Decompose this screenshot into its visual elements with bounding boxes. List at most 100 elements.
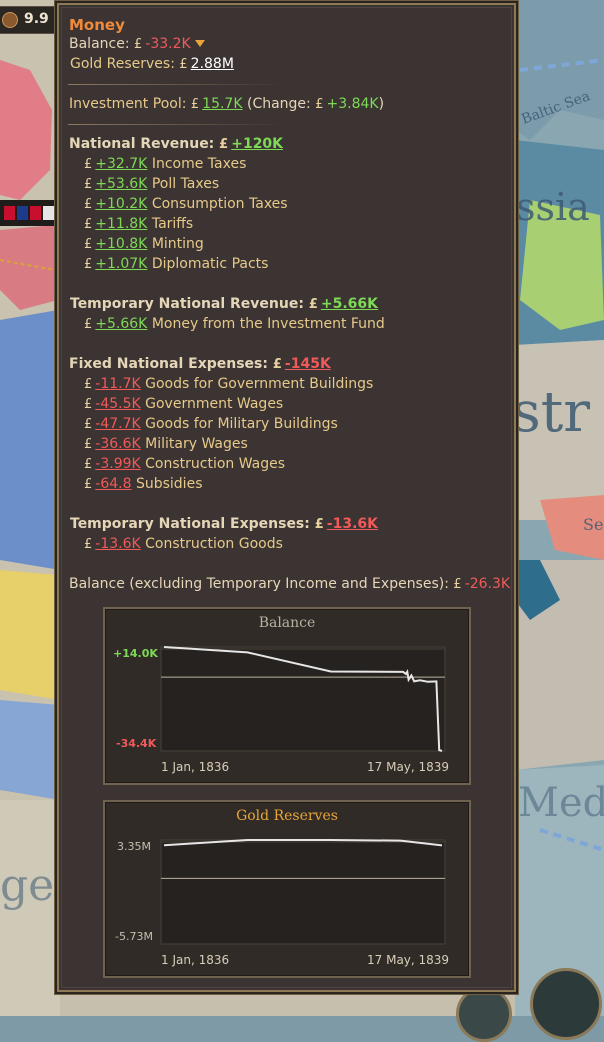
pound-icon: £	[84, 177, 93, 192]
gold-reserves-chart: Gold Reserves 3.35M -5.73M 1 Jan, 1836 1…	[103, 800, 471, 978]
expense-item: £ -47.7K Goods for Military Buildings	[84, 416, 338, 432]
balance-chart-ymin: -34.4K	[116, 737, 157, 750]
gold-reserves-value[interactable]: 2.88M	[191, 56, 234, 72]
map-label-russia: ssia	[516, 185, 590, 229]
expense-item-value[interactable]: -11.7K	[95, 376, 140, 392]
pound-icon: £	[190, 97, 200, 112]
national-revenue-header: National Revenue: £ +120K	[69, 136, 283, 152]
gear-button[interactable]	[456, 986, 512, 1042]
temp-revenue-value[interactable]: +5.66K	[321, 296, 378, 312]
temp-revenue-item-label: Money from the Investment Fund	[151, 316, 385, 332]
expense-item-value[interactable]: -3.99K	[95, 456, 140, 472]
fixed-expenses-value[interactable]: -145K	[285, 356, 331, 372]
pound-icon: £	[84, 257, 93, 272]
revenue-item-label: Income Taxes	[151, 156, 247, 172]
pound-icon: £	[84, 217, 93, 232]
pound-icon: £	[84, 317, 93, 332]
pound-icon: £	[134, 37, 143, 52]
national-revenue-label: National Revenue:	[69, 136, 215, 152]
trend-down-icon	[194, 40, 205, 47]
balance-chart: Balance +14.0K -34.4K 1 Jan, 1836 17 May…	[103, 607, 471, 785]
investment-pool-value[interactable]: 15.7K	[202, 96, 242, 112]
investment-pool-row: Investment Pool: £15.7K (Change: £ +3.84K…	[69, 96, 384, 112]
revenue-item-value[interactable]: +32.7K	[95, 156, 147, 172]
temp-revenue-item: £ +5.66K Money from the Investment Fund	[84, 316, 385, 332]
country-flags[interactable]	[0, 200, 58, 226]
hud-value: 9.9	[24, 11, 49, 27]
temp-revenue-item-value[interactable]: +5.66K	[95, 316, 147, 332]
map-mode-button[interactable]	[530, 968, 602, 1040]
pound-icon: £	[314, 517, 324, 532]
plot-area	[160, 646, 446, 752]
revenue-item: £ +1.07K Diplomatic Pacts	[84, 256, 268, 272]
balance-chart-xstart: 1 Jan, 1836	[161, 760, 230, 774]
investment-pool-label: Investment Pool:	[69, 96, 187, 112]
revenue-item: £ +10.8K Minting	[84, 236, 204, 252]
plot-area	[160, 839, 446, 945]
temp-expenses-value[interactable]: -13.6K	[327, 516, 378, 532]
tooltip-title: Money	[69, 16, 125, 34]
expense-item-label: Goods for Military Buildings	[145, 416, 338, 432]
pound-icon: £	[84, 237, 93, 252]
revenue-item-value[interactable]: +1.07K	[95, 256, 147, 272]
pound-icon: £	[84, 457, 93, 472]
revenue-item: £ +10.2K Consumption Taxes	[84, 196, 288, 212]
change-close: )	[378, 96, 385, 112]
temp-expense-item-value[interactable]: -13.6K	[95, 536, 140, 552]
expense-item-label: Construction Wages	[145, 456, 286, 472]
expense-item-label: Subsidies	[135, 476, 203, 492]
revenue-item-value[interactable]: +11.8K	[95, 216, 147, 232]
revenue-item-value[interactable]: +53.6K	[95, 176, 147, 192]
fixed-expenses-label: Fixed National Expenses:	[69, 356, 268, 372]
revenue-item-value[interactable]: +10.8K	[95, 236, 147, 252]
pound-icon: £	[84, 377, 93, 392]
balance-excluding-row: Balance (excluding Temporary Income and …	[69, 576, 510, 592]
expense-item-value[interactable]: -47.7K	[95, 416, 140, 432]
pound-icon: £	[219, 137, 229, 152]
expense-item-label: Military Wages	[145, 436, 248, 452]
revenue-item: £ +11.8K Tariffs	[84, 216, 193, 232]
expense-item-value[interactable]: -45.5K	[95, 396, 140, 412]
temp-expenses-label: Temporary National Expenses:	[70, 516, 310, 532]
expense-item-value[interactable]: -64.8	[95, 476, 131, 492]
national-revenue-value[interactable]: +120K	[231, 136, 283, 152]
pound-icon: £	[84, 537, 93, 552]
balance-chart-title: Balance	[258, 615, 316, 631]
pound-icon: £	[84, 437, 93, 452]
pound-icon: £	[179, 57, 188, 72]
expense-item-value[interactable]: -36.6K	[95, 436, 140, 452]
revenue-item-value[interactable]: +10.2K	[95, 196, 147, 212]
map-label-ser: Se	[583, 515, 604, 534]
expense-item: £ -11.7K Goods for Government Buildings	[84, 376, 373, 392]
gold-reserves-row: Gold Reserves: £2.88M	[70, 56, 234, 72]
divider	[68, 84, 288, 85]
expense-item: £ -36.6K Military Wages	[84, 436, 248, 452]
gold-reserves-chart-svg	[160, 839, 446, 945]
revenue-item: £ +32.7K Income Taxes	[84, 156, 246, 172]
revenue-item-label: Consumption Taxes	[151, 196, 288, 212]
pound-icon: £	[84, 197, 93, 212]
hud-indicator[interactable]: 9.9	[0, 6, 57, 34]
flag-icon	[17, 206, 28, 220]
gold-chart-xend: 17 May, 1839	[367, 953, 450, 967]
balance-label: Balance:	[69, 36, 130, 52]
revenue-item-label: Minting	[151, 236, 204, 252]
balance-excluding-value: -26.3K	[464, 576, 511, 592]
pound-icon: £	[84, 417, 93, 432]
revenue-item-label: Tariffs	[151, 216, 194, 232]
supply-icon	[2, 12, 18, 28]
pound-icon: £	[84, 397, 93, 412]
flag-icon	[30, 206, 41, 220]
balance-chart-svg	[160, 646, 446, 752]
expense-item-label: Government Wages	[145, 396, 284, 412]
flag-icon	[43, 206, 54, 220]
balance-excluding-label: Balance (excluding Temporary Income and …	[69, 576, 449, 592]
expense-item-label: Goods for Government Buildings	[145, 376, 374, 392]
flag-icon	[4, 206, 15, 220]
expense-item: £ -45.5K Government Wages	[84, 396, 283, 412]
temp-revenue-header: Temporary National Revenue: £ +5.66K	[70, 296, 378, 312]
pound-icon: £	[308, 297, 318, 312]
pound-icon: £	[315, 97, 324, 112]
temp-expense-item-label: Construction Goods	[145, 536, 283, 552]
fixed-expenses-header: Fixed National Expenses: £ -145K	[69, 356, 331, 372]
